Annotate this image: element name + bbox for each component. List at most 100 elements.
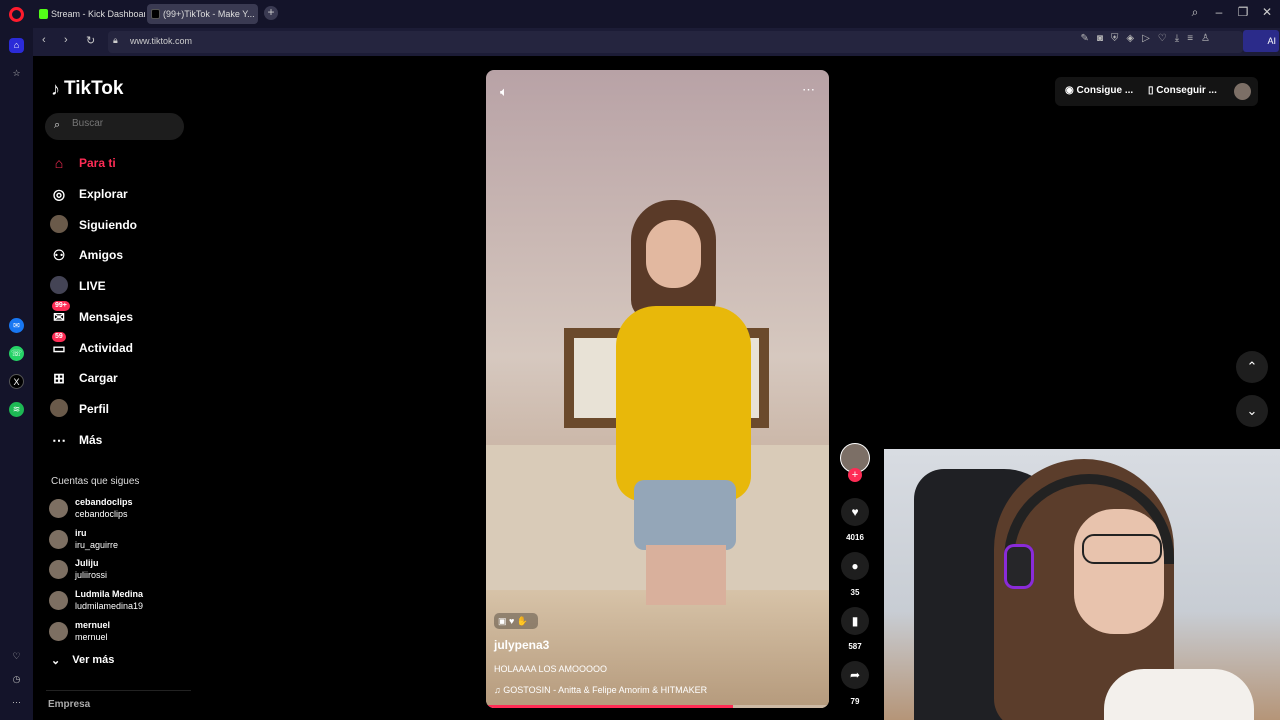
edit-icon[interactable]: ✎ — [1080, 33, 1088, 44]
compass-icon: ◎ — [52, 185, 66, 202]
heart-icon[interactable]: ♡ — [9, 649, 24, 664]
tab-kick-dashboard[interactable]: Stream - Kick Dashboard — [35, 4, 145, 24]
tiktok-logo[interactable]: ♪ TikTok — [51, 78, 123, 100]
nav-live[interactable]: LIVE — [49, 274, 106, 298]
restore-icon[interactable]: ❐ — [1233, 5, 1253, 19]
minimize-icon[interactable]: – — [1209, 5, 1229, 19]
menu-icon[interactable]: ≡ — [1187, 33, 1193, 44]
more-dots-icon[interactable]: ⋯ — [9, 695, 24, 710]
camera-icon[interactable]: ◙ — [1097, 33, 1103, 44]
video-music[interactable]: ♫ GOSTOSIN - Anitta & Felipe Amorim & HI… — [494, 685, 707, 695]
tiktok-favicon-icon — [151, 9, 160, 19]
activity-icon: ▭ 59 — [52, 331, 66, 356]
get-coins-button[interactable]: ◉ Consigue ... — [1065, 85, 1133, 96]
browser-tab-bar: Stream - Kick Dashboard (99+)TikTok - Ma… — [0, 0, 1280, 28]
following-account[interactable]: cebandoclips cebandoclips — [49, 496, 133, 520]
streamer-webcam-overlay — [884, 449, 1280, 720]
history-clock-icon[interactable]: ◷ — [9, 672, 24, 687]
url-field[interactable]: 🔒︎ www.tiktok.com — [108, 31, 1243, 53]
footer-empresa-link[interactable]: Empresa — [48, 699, 90, 710]
tab-label: Stream - Kick Dashboard — [51, 9, 145, 19]
nav-amigos[interactable]: ⚇ Amigos — [49, 243, 123, 267]
following-account[interactable]: mernuel mernuel — [49, 619, 110, 643]
nav-label: Para ti — [79, 156, 116, 170]
heart-icon[interactable]: ♡ — [1158, 33, 1167, 44]
comment-icon[interactable]: ● — [841, 552, 869, 580]
new-tab-plus-icon[interactable]: + — [264, 6, 278, 20]
nav-actividad[interactable]: ▭ 59 Actividad — [49, 331, 133, 360]
x-twitter-icon[interactable]: X — [9, 374, 24, 389]
avatar — [49, 590, 68, 610]
ai-button[interactable]: AI — [1243, 30, 1279, 52]
phone-icon: ▯ — [1148, 85, 1154, 96]
nav-label: Más — [79, 433, 103, 447]
next-video-chevron-down-icon[interactable]: ⌄ — [1236, 395, 1268, 427]
avatar — [49, 559, 68, 579]
opera-logo-icon[interactable] — [9, 7, 24, 22]
forward-arrow-icon[interactable]: › — [64, 34, 68, 46]
account-handle: iru_aguirre — [75, 540, 119, 550]
url-text: www.tiktok.com — [130, 36, 193, 46]
share-icon[interactable]: ➦ — [841, 661, 869, 689]
more-options-icon[interactable]: ⋯ — [802, 82, 815, 98]
close-icon[interactable]: ✕ — [1257, 5, 1277, 19]
search-input[interactable] — [72, 118, 177, 129]
live-avatar — [49, 275, 69, 297]
video-progress-bar[interactable] — [486, 705, 829, 708]
account-handle: ludmilamedina19 — [75, 601, 144, 611]
nav-mensajes[interactable]: ✉ 99+ Mensajes — [49, 300, 133, 329]
tab-tiktok[interactable]: (99+)TikTok - Make Y... — [147, 4, 258, 24]
lock-icon: 🔒︎ — [113, 35, 118, 45]
vpn-icon[interactable]: ◈ — [1126, 33, 1134, 44]
star-icon[interactable]: ☆ — [9, 66, 24, 81]
following-account[interactable]: Juliju juliirossi — [49, 557, 107, 581]
music-title: GOSTOSIN - Anitta & Felipe Amorim & HITM… — [503, 685, 708, 695]
get-app-button[interactable]: ▯ Conseguir ... — [1148, 85, 1217, 96]
previous-video-chevron-up-icon[interactable]: ⌃ — [1236, 351, 1268, 383]
like-count: 4016 — [846, 533, 864, 542]
nav-label: Amigos — [79, 248, 124, 262]
search-icon: ⌕ — [54, 119, 61, 131]
spotify-icon[interactable]: ≋ — [9, 402, 24, 417]
tab-search-icon[interactable]: ⌕ — [1185, 5, 1205, 20]
video-username[interactable]: julypena3 — [494, 638, 549, 652]
play-icon[interactable]: ▷ — [1142, 33, 1150, 44]
following-account[interactable]: Ludmila Medina ludmilamedina19 — [49, 588, 143, 612]
follow-plus-icon[interactable]: + — [848, 468, 862, 482]
following-account[interactable]: iru iru_aguirre — [49, 527, 118, 551]
bookmark-icon[interactable]: ▮ — [841, 607, 869, 635]
search-box[interactable]: ⌕ — [45, 113, 184, 140]
reload-icon[interactable]: ↻ — [86, 34, 95, 47]
messenger-icon[interactable]: ✉ — [9, 318, 24, 333]
music-note-icon: ♫ — [494, 685, 501, 695]
like-heart-icon[interactable]: ♥ — [841, 498, 869, 526]
avatar — [49, 621, 68, 641]
whatsapp-icon[interactable]: ☏ — [9, 346, 24, 361]
see-more-link[interactable]: ⌄ Ver más — [51, 654, 114, 667]
nav-label: Siguiendo — [79, 218, 137, 232]
video-player[interactable]: 🔈︎ ⋯ ▣ ♥ ✋ julypena3 HOLAAAA LOS AMOOOOO… — [486, 70, 829, 708]
shield-icon[interactable]: ⛨ — [1111, 33, 1119, 44]
download-icon[interactable]: ⤓ — [1175, 33, 1179, 44]
nav-perfil[interactable]: Perfil — [49, 397, 109, 421]
nav-mas[interactable]: ⋯ Más — [49, 428, 102, 452]
account-name: iru — [75, 528, 87, 538]
profile-icon[interactable]: ♙ — [1201, 33, 1210, 44]
user-avatar[interactable] — [1234, 83, 1251, 100]
divider — [46, 690, 191, 691]
nav-cargar[interactable]: ⊞ Cargar — [49, 366, 118, 390]
back-arrow-icon[interactable]: ‹ — [42, 34, 46, 46]
friends-icon: ⚇ — [52, 246, 66, 263]
nav-siguiendo[interactable]: Siguiendo — [49, 213, 137, 237]
account-name: Ludmila Medina — [75, 589, 144, 599]
nav-para-ti[interactable]: ⌂ Para ti — [49, 151, 116, 175]
home-icon[interactable]: ⌂ — [9, 38, 24, 53]
tiktok-note-icon: ♪ — [51, 78, 60, 99]
effect-stickers[interactable]: ▣ ♥ ✋ — [494, 613, 538, 629]
nav-explorar[interactable]: ◎ Explorar — [49, 182, 128, 206]
account-name: mernuel — [75, 620, 111, 630]
browser-sidebar: ⌂ ☆ ✉ ☏ X ≋ ♡ ◷ ⋯ — [0, 28, 33, 720]
address-bar: ‹ › ↻ 🔒︎ www.tiktok.com ✎ ◙ ⛨ ◈ ▷ ♡ ⤓ ≡ … — [33, 28, 1280, 56]
avatar — [49, 529, 68, 549]
volume-icon[interactable]: 🔈︎ — [500, 84, 508, 100]
